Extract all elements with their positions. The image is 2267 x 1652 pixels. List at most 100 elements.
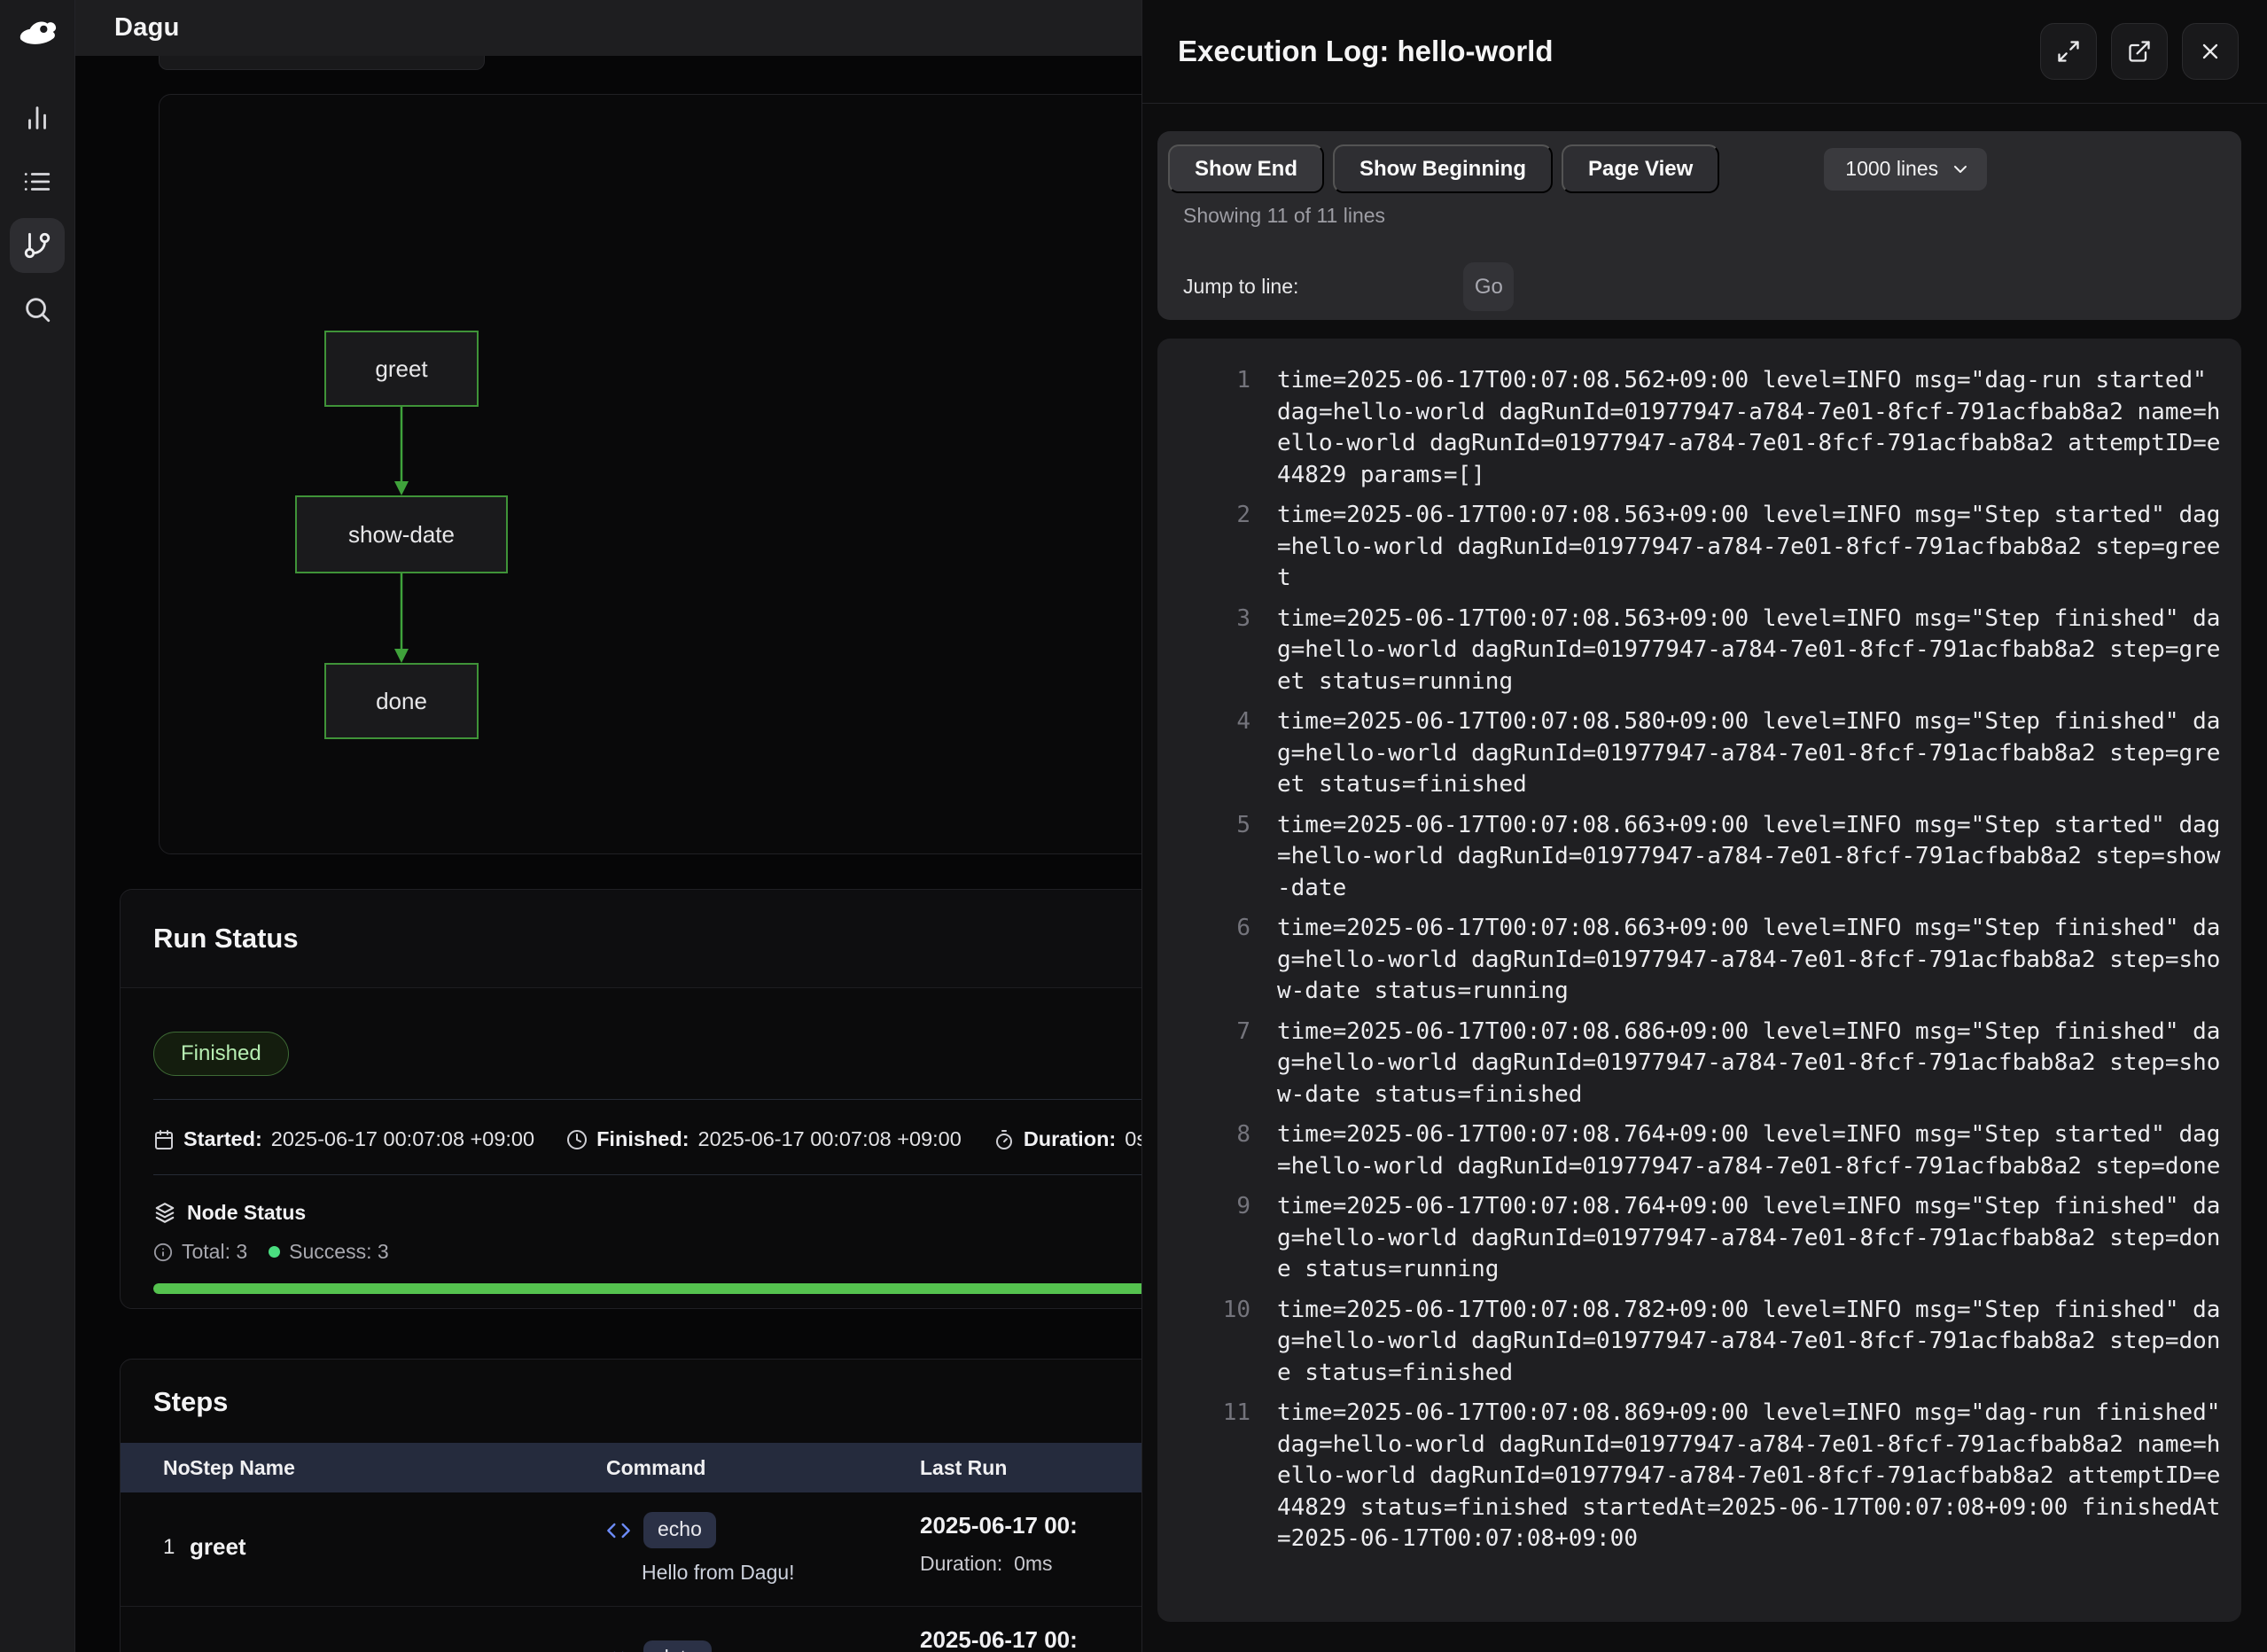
expand-button[interactable] [2040, 23, 2097, 80]
log-line-number: 8 [1157, 1119, 1250, 1182]
command-badge: echo [643, 1512, 716, 1548]
log-line-text: time=2025-06-17T00:07:08.663+09:00 level… [1277, 913, 2220, 1008]
sidebar-item-dags[interactable] [10, 218, 65, 273]
list-icon [22, 167, 52, 197]
dag-node-show-date[interactable]: show-date [295, 495, 508, 573]
success-label: Success: 3 [289, 1240, 389, 1264]
log-line-text: time=2025-06-17T00:07:08.663+09:00 level… [1277, 810, 2220, 905]
run-status-title: Run Status [153, 923, 299, 955]
external-link-icon [2127, 39, 2152, 64]
timer-icon [993, 1129, 1015, 1150]
log-line-number: 5 [1157, 810, 1250, 905]
title-bar: Dagu [75, 0, 1142, 56]
log-line: 2 time=2025-06-17T00:07:08.563+09:00 lev… [1157, 500, 2241, 595]
column-header-step-name: Step Name [190, 1456, 606, 1480]
jump-to-line-label: Jump to line: [1183, 275, 1298, 299]
log-controls-card: Show End Show Beginning Page View 1000 l… [1157, 131, 2241, 320]
step-no: 1 [121, 1512, 190, 1585]
log-line: 1 time=2025-06-17T00:07:08.562+09:00 lev… [1157, 365, 2241, 491]
bar-chart-icon [22, 103, 52, 133]
page-view-button[interactable]: Page View [1562, 144, 1719, 193]
finished-group: Finished: 2025-06-17 00:07:08 +09:00 [566, 1127, 962, 1151]
step-name: greet [190, 1512, 606, 1585]
show-beginning-button[interactable]: Show Beginning [1333, 144, 1553, 193]
log-line-number: 9 [1157, 1191, 1250, 1286]
finished-value: 2025-06-17 00:07:08 +09:00 [698, 1127, 962, 1151]
search-icon [22, 294, 52, 324]
sidebar [0, 0, 75, 1652]
execution-log-panel: Execution Log: hello-world Show End Show… [1141, 0, 2267, 1652]
jump-to-line-input[interactable] [1313, 265, 1437, 309]
log-line-number: 10 [1157, 1295, 1250, 1390]
dag-node-done[interactable]: done [324, 663, 479, 739]
log-line-text: time=2025-06-17T00:07:08.869+09:00 level… [1277, 1398, 2220, 1555]
open-in-new-button[interactable] [2111, 23, 2168, 80]
show-end-button[interactable]: Show End [1168, 144, 1324, 193]
log-line: 5 time=2025-06-17T00:07:08.663+09:00 lev… [1157, 810, 2241, 905]
go-button[interactable]: Go [1463, 262, 1514, 311]
log-line-text: time=2025-06-17T00:07:08.563+09:00 level… [1277, 604, 2220, 698]
log-line: 11 time=2025-06-17T00:07:08.869+09:00 le… [1157, 1398, 2241, 1555]
info-icon [153, 1243, 173, 1262]
clock-icon [566, 1129, 588, 1150]
duration-group: Duration: 0s [993, 1127, 1147, 1151]
started-group: Started: 2025-06-17 00:07:08 +09:00 [153, 1127, 534, 1151]
dag-node-label: show-date [348, 521, 455, 549]
showing-lines-status: Showing 11 of 11 lines [1183, 204, 1385, 228]
step-no: 2 [121, 1626, 190, 1652]
close-icon [2198, 39, 2223, 64]
log-line-text: time=2025-06-17T00:07:08.563+09:00 level… [1277, 500, 2220, 595]
total-label: Total: 3 [182, 1240, 247, 1264]
git-branch-icon [22, 230, 52, 261]
log-line-text: time=2025-06-17T00:07:08.562+09:00 level… [1277, 365, 2220, 491]
log-line: 3 time=2025-06-17T00:07:08.563+09:00 lev… [1157, 604, 2241, 698]
log-line-number: 7 [1157, 1017, 1250, 1111]
log-line-text: time=2025-06-17T00:07:08.764+09:00 level… [1277, 1191, 2220, 1286]
log-line: 9 time=2025-06-17T00:07:08.764+09:00 lev… [1157, 1191, 2241, 1286]
command-args: Hello from Dagu! [642, 1561, 920, 1585]
code-icon [606, 1518, 631, 1543]
sidebar-item-dag-runs[interactable] [10, 154, 65, 209]
log-line-number: 4 [1157, 706, 1250, 801]
log-line-text: time=2025-06-17T00:07:08.782+09:00 level… [1277, 1295, 2220, 1390]
finished-label: Finished: [596, 1127, 689, 1151]
log-panel-header: Execution Log: hello-world [1142, 0, 2267, 104]
log-line: 4 time=2025-06-17T00:07:08.580+09:00 lev… [1157, 706, 2241, 801]
calendar-icon [153, 1129, 175, 1150]
success-dot-icon [269, 1246, 280, 1258]
column-header-no: No [121, 1456, 190, 1480]
log-line-number: 1 [1157, 365, 1250, 491]
dagu-logo-icon[interactable] [15, 14, 59, 50]
log-line-number: 11 [1157, 1398, 1250, 1555]
maximize-icon [2056, 39, 2081, 64]
log-line: 10 time=2025-06-17T00:07:08.782+09:00 le… [1157, 1295, 2241, 1390]
command-badge: date [643, 1640, 712, 1652]
code-icon [606, 1647, 631, 1652]
node-status-title: Node Status [187, 1201, 306, 1225]
sidebar-item-dashboard[interactable] [10, 90, 65, 145]
log-line-text: time=2025-06-17T00:07:08.764+09:00 level… [1277, 1119, 2220, 1182]
close-button[interactable] [2182, 23, 2239, 80]
status-badge: Finished [153, 1032, 289, 1076]
log-content[interactable]: 1 time=2025-06-17T00:07:08.562+09:00 lev… [1157, 339, 2241, 1622]
sidebar-item-search[interactable] [10, 282, 65, 337]
log-line: 6 time=2025-06-17T00:07:08.663+09:00 lev… [1157, 913, 2241, 1008]
column-header-command: Command [606, 1456, 920, 1480]
dag-edge-arrow [392, 407, 411, 495]
layers-icon [153, 1202, 176, 1225]
log-line-text: time=2025-06-17T00:07:08.686+09:00 level… [1277, 1017, 2220, 1111]
dag-node-greet[interactable]: greet [324, 331, 479, 407]
log-line: 7 time=2025-06-17T00:07:08.686+09:00 lev… [1157, 1017, 2241, 1111]
status-badge-label: Finished [181, 1041, 261, 1066]
tab-bar-remnant [159, 56, 485, 70]
log-line-number: 6 [1157, 913, 1250, 1008]
lines-per-page-select[interactable]: 1000 lines [1824, 148, 1987, 191]
dag-node-label: greet [375, 355, 427, 383]
chevron-down-icon [1950, 159, 1971, 180]
log-panel-title: Execution Log: hello-world [1178, 35, 1554, 68]
duration-label: Duration: [1024, 1127, 1116, 1151]
log-line-text: time=2025-06-17T00:07:08.580+09:00 level… [1277, 706, 2220, 801]
log-line-number: 2 [1157, 500, 1250, 595]
page-title: Dagu [114, 13, 180, 43]
log-line-number: 3 [1157, 604, 1250, 698]
